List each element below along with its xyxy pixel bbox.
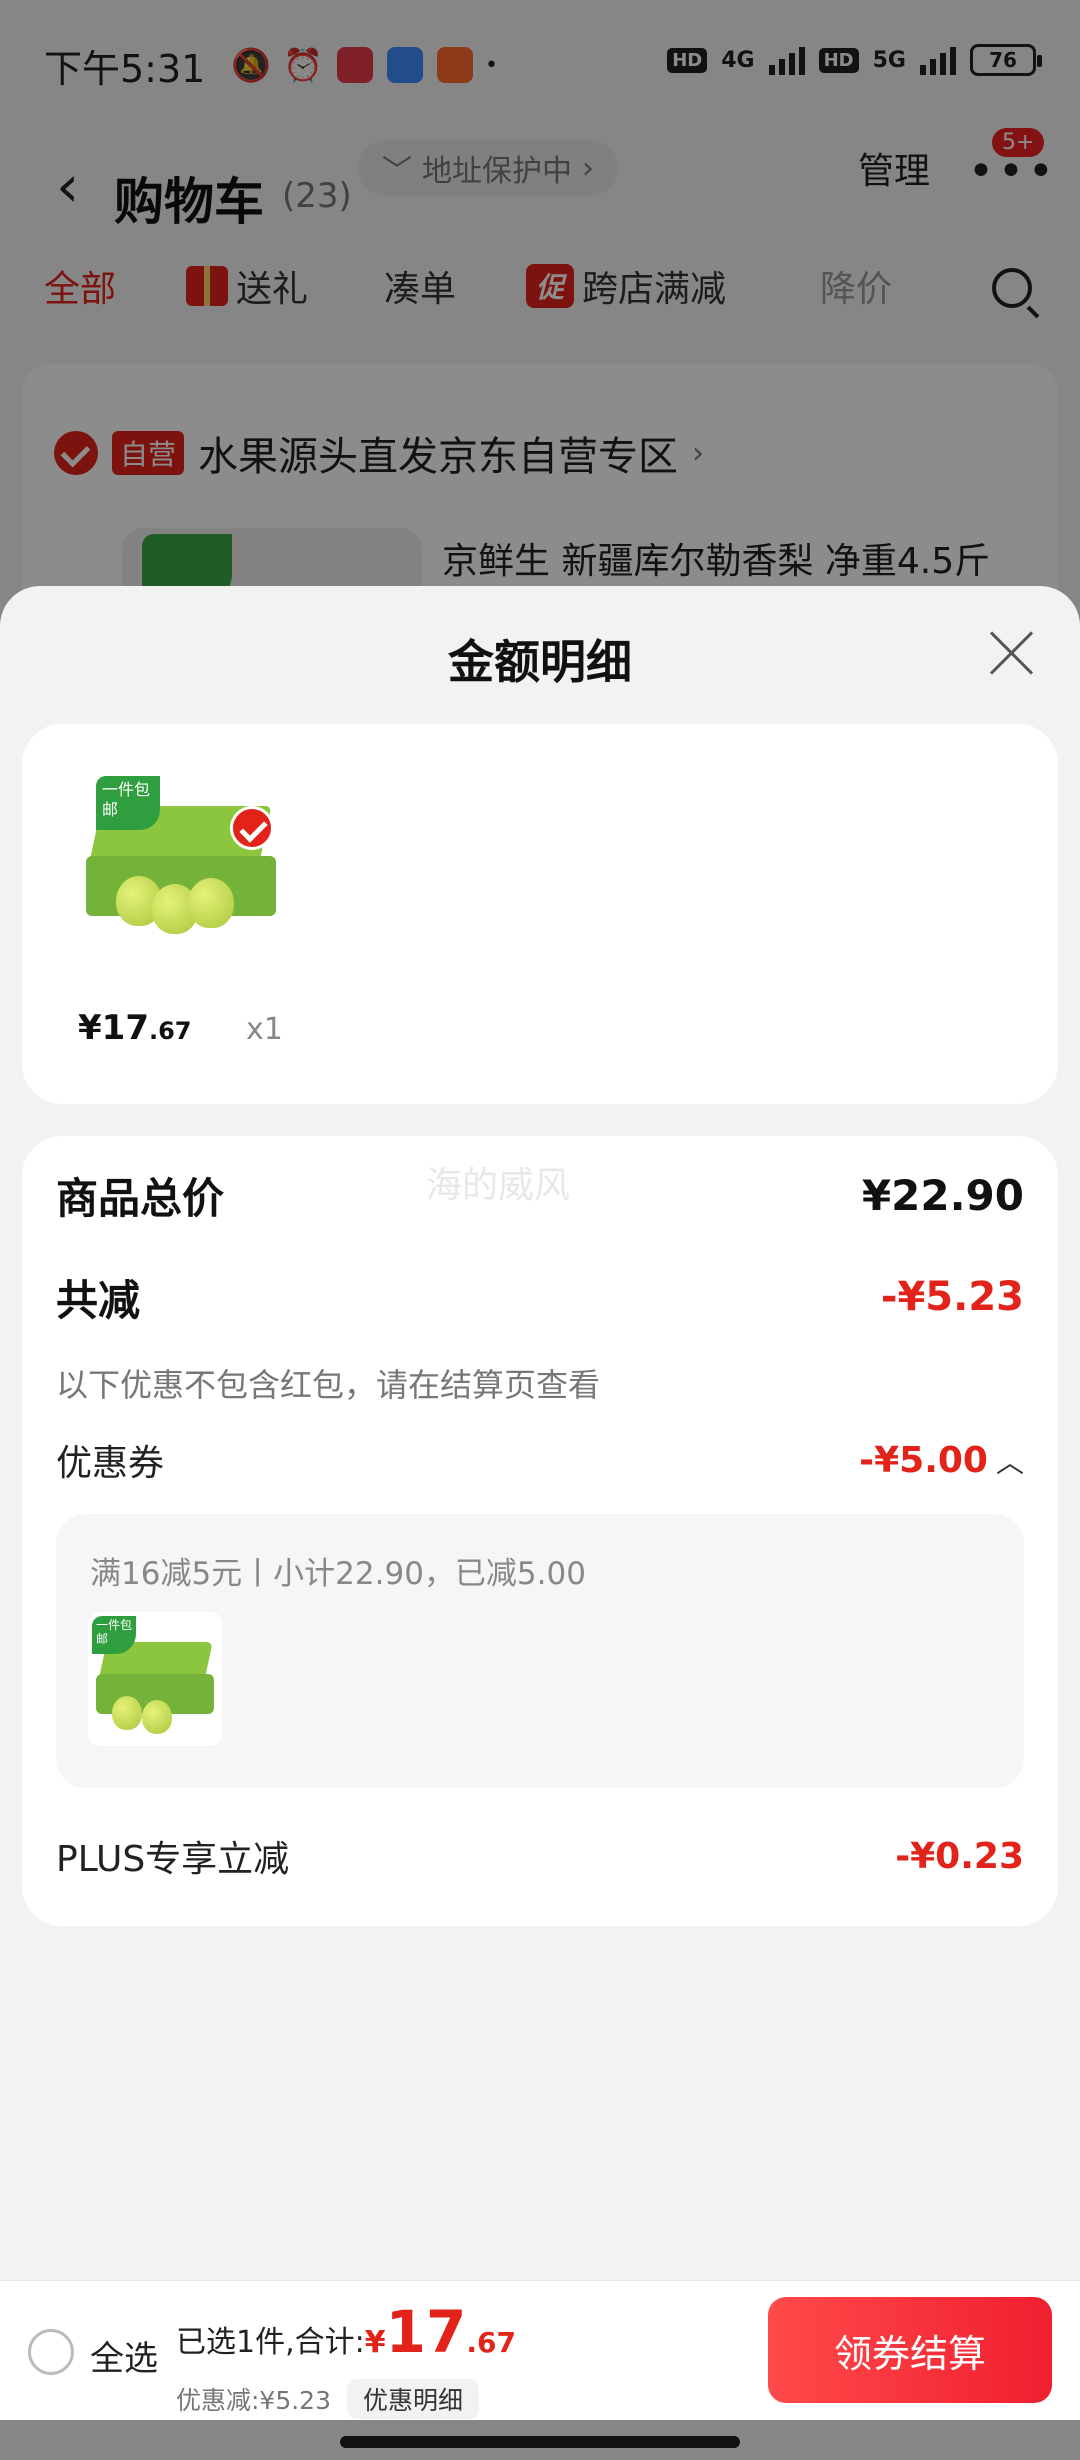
discount-amount: 优惠减:¥5.23 — [176, 2386, 331, 2415]
coupon-product-thumbnail[interactable]: 一件包邮 — [88, 1612, 222, 1746]
app-root: 下午5:31 🔕 ⏰ • HD 4G HD 5G 76 ‹ 购物车 (23) ﹀ — [0, 0, 1080, 2460]
total-price-row: 商品总价 ¥22.90 — [56, 1160, 1024, 1230]
selected-count-text: 已选1件,合计: — [176, 2325, 365, 2360]
amount-detail-sheet: 金额明细 一件包邮 ¥17.67 x1 海的威风 商品总价 ¥22.90 共减 — [0, 586, 1080, 2286]
coupon-row[interactable]: 优惠券 -¥5.00 ︿ — [56, 1430, 1024, 1490]
price-dec: .67 — [148, 1017, 192, 1045]
total-price-value: ¥22.90 — [861, 1170, 1024, 1220]
discount-detail-button[interactable]: 优惠明细 — [347, 2379, 480, 2419]
product-price: ¥17.67 — [78, 1008, 192, 1048]
product-image[interactable]: 一件包邮 — [76, 766, 286, 946]
selected-products-card: 一件包邮 ¥17.67 x1 — [22, 724, 1058, 1104]
coupon-label: 优惠券 — [56, 1443, 165, 1484]
pear-shape — [188, 878, 234, 928]
amount-breakdown-card: 海的威风 商品总价 ¥22.90 共减 -¥5.23 以下优惠不包含红包，请在结… — [22, 1136, 1058, 1926]
total-reduce-row: 共减 -¥5.23 — [56, 1262, 1024, 1332]
total-price-label: 商品总价 — [56, 1173, 225, 1223]
total-reduce-label: 共减 — [56, 1275, 141, 1325]
select-all-label[interactable]: 全选 — [90, 2331, 158, 2380]
plus-discount-value: -¥0.23 — [895, 1835, 1024, 1877]
plus-discount-label: PLUS专享立减 — [56, 1839, 290, 1880]
plus-discount-row: PLUS专享立减 -¥0.23 — [56, 1826, 1024, 1886]
checkout-button[interactable]: 领券结算 — [768, 2297, 1052, 2403]
chevron-up-icon[interactable]: ︿ — [996, 1446, 1024, 1479]
sheet-title: 金额明细 — [448, 635, 632, 689]
discount-note: 以下优惠不包含红包，请在结算页查看 — [56, 1366, 601, 1404]
coupon-value-wrap: -¥5.00 ︿ — [859, 1440, 1024, 1481]
discount-summary: 优惠减:¥5.23 优惠明细 — [176, 2379, 480, 2419]
total-reduce-value: -¥5.23 — [880, 1274, 1024, 1320]
price-int: ¥17 — [78, 1008, 149, 1048]
total-decimal: .67 — [466, 2326, 516, 2359]
home-indicator[interactable] — [340, 2436, 740, 2448]
checkout-bar: 全选 已选1件,合计: ¥ 17 .67 优惠减:¥5.23 优惠明细 领券结算 — [0, 2280, 1080, 2420]
coupon-detail-text: 满16减5元丨小计22.90，已减5.00 — [90, 1556, 586, 1592]
select-all-radio[interactable] — [28, 2329, 74, 2375]
coupon-detail-box: 满16减5元丨小计22.90，已减5.00 一件包邮 — [56, 1514, 1024, 1788]
total-summary: 已选1件,合计: ¥ 17 .67 — [176, 2303, 516, 2361]
selected-check-icon — [230, 806, 274, 850]
close-icon[interactable] — [986, 628, 1036, 678]
coupon-value: -¥5.00 — [859, 1439, 988, 1481]
free-shipping-tag: 一件包邮 — [92, 1616, 136, 1654]
total-integer: 17 — [385, 2298, 467, 2366]
free-shipping-tag: 一件包邮 — [96, 776, 160, 830]
product-quantity: x1 — [246, 1012, 283, 1047]
pear-shape — [112, 1696, 142, 1730]
total-currency: ¥ — [364, 2325, 386, 2360]
pear-shape — [142, 1700, 172, 1734]
